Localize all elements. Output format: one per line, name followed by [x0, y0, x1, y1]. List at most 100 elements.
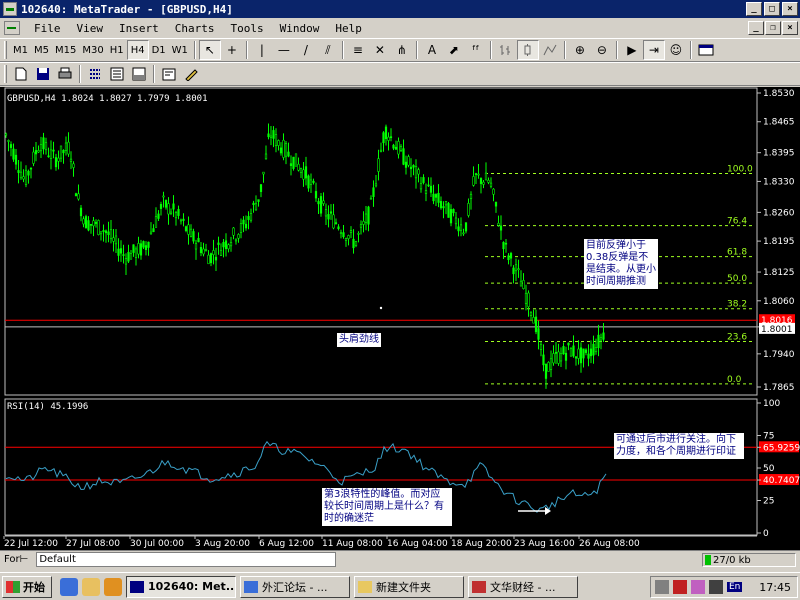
horizontal-line-icon[interactable]: —	[273, 40, 295, 60]
ie-icon[interactable]	[60, 577, 78, 596]
task-new-folder[interactable]: 新建文件夹	[354, 575, 464, 598]
timeframe-d1[interactable]: D1	[149, 40, 169, 60]
start-button[interactable]: 开始	[2, 575, 52, 598]
menu-charts[interactable]: Charts	[167, 22, 223, 35]
candle-body	[219, 249, 223, 256]
task-metatrader[interactable]: 102640: Met...	[126, 575, 236, 598]
language-indicator[interactable]: En	[727, 582, 743, 592]
minimize-button[interactable]: _	[746, 2, 762, 16]
candle-body	[537, 328, 540, 340]
bar-chart-icon[interactable]	[495, 40, 517, 60]
timeframe-m1[interactable]: M1	[10, 40, 31, 60]
autoscroll-icon[interactable]: ⇥	[642, 40, 665, 60]
timeframe-m5[interactable]: M5	[31, 40, 52, 60]
candle-body	[122, 254, 125, 256]
candle-body	[247, 216, 250, 220]
menu-help[interactable]: Help	[327, 22, 370, 35]
crosshair-icon[interactable]: +	[221, 40, 243, 60]
candle-body	[84, 216, 88, 229]
task-wenhua[interactable]: 文华财经 - ...	[468, 575, 578, 598]
candle-body	[42, 137, 45, 150]
expert-advisor-icon[interactable]: ☺	[665, 40, 687, 60]
desktop-icon[interactable]	[82, 577, 100, 596]
channel-icon[interactable]: ⫽	[317, 40, 339, 60]
timeframe-m30[interactable]: M30	[79, 40, 106, 60]
candle-body	[442, 206, 445, 209]
candle-body	[64, 142, 68, 151]
candle-body	[39, 144, 43, 152]
candle-body	[72, 163, 75, 168]
chart-window-icon[interactable]	[4, 21, 20, 35]
trendline-icon[interactable]: /	[295, 40, 317, 60]
gann-icon[interactable]: ✕	[369, 40, 391, 60]
toolbar-separator	[193, 41, 196, 59]
candle-body	[422, 177, 425, 183]
properties-icon[interactable]	[158, 64, 180, 84]
maximize-button[interactable]: □	[764, 2, 780, 16]
chart-shift-icon[interactable]: ▶	[621, 40, 643, 60]
child-restore-button[interactable]: ❐	[765, 21, 781, 35]
toolbar-separator	[689, 41, 692, 59]
candle-body	[362, 221, 365, 225]
antivirus-icon[interactable]	[673, 580, 687, 594]
toolbar-separator	[245, 41, 248, 59]
toolbar-grip[interactable]	[4, 41, 7, 59]
candle-body	[199, 246, 203, 254]
candle-body	[264, 153, 268, 160]
new-chart-window-icon[interactable]	[695, 40, 717, 60]
price-tick-label: 1.8530	[763, 89, 795, 99]
network-icon[interactable]	[709, 580, 723, 594]
new-document-icon[interactable]	[10, 64, 32, 84]
close-button[interactable]: ×	[782, 2, 798, 16]
save-icon[interactable]	[32, 64, 54, 84]
options-pencil-icon[interactable]	[180, 64, 202, 84]
candle-body	[587, 353, 590, 359]
candle-body	[224, 240, 228, 250]
chart-canvas[interactable]: 1.8530 1.8465 1.8395 1.8330 1.8260 1.8195 1.81…	[0, 87, 800, 550]
candle-body	[24, 169, 28, 185]
menu-window[interactable]: Window	[272, 22, 328, 35]
task-forex-forum[interactable]: 外汇论坛 - ...	[240, 575, 350, 598]
vertical-line-icon[interactable]: |	[251, 40, 273, 60]
menu-tools[interactable]: Tools	[223, 22, 272, 35]
zoom-in-icon[interactable]: ⊕	[569, 40, 591, 60]
menu-file[interactable]: File	[26, 22, 69, 35]
zoom-out-icon[interactable]: ⊖	[591, 40, 613, 60]
line-chart-icon[interactable]	[539, 40, 561, 60]
metatrader-icon[interactable]	[3, 2, 17, 16]
navigator-icon[interactable]	[106, 64, 128, 84]
child-close-button[interactable]: ×	[782, 21, 798, 35]
volume-icon[interactable]	[655, 580, 669, 594]
menu-view[interactable]: View	[69, 22, 112, 35]
profile-field[interactable]: Default	[36, 552, 337, 567]
candlestick-icon[interactable]	[516, 40, 539, 60]
chart-tab[interactable]: For⊢	[0, 554, 32, 565]
menu-insert[interactable]: Insert	[111, 22, 167, 35]
child-minimize-button[interactable]: _	[748, 21, 764, 35]
candle-body	[147, 241, 150, 248]
cursor-icon[interactable]: ↖	[198, 40, 221, 60]
fibo-label-icon[interactable]: ᶠᶠ	[465, 40, 487, 60]
candle-body	[209, 253, 213, 264]
help-icon[interactable]	[691, 580, 705, 594]
chart-window[interactable]: 1.8530 1.8465 1.8395 1.8330 1.8260 1.8195 1.81…	[0, 87, 800, 550]
candle-body	[432, 193, 435, 202]
terminal-icon[interactable]	[128, 64, 150, 84]
candle-body	[174, 212, 178, 219]
print-icon[interactable]	[54, 64, 76, 84]
app-shortcut-icon[interactable]	[104, 577, 122, 596]
timeframe-h1[interactable]: H1	[107, 40, 127, 60]
fibonacci-icon[interactable]: ≡	[347, 40, 369, 60]
market-watch-icon[interactable]	[84, 64, 106, 84]
text-icon[interactable]: A	[421, 40, 443, 60]
arrow-icon[interactable]: ⬈	[443, 40, 465, 60]
candle-body	[204, 249, 208, 251]
fan-icon[interactable]: ⋔	[391, 40, 413, 60]
timeframe-w1[interactable]: W1	[169, 40, 191, 60]
toolbar-grip[interactable]	[4, 65, 7, 83]
candle-body	[257, 199, 260, 202]
timeframe-h4[interactable]: H4	[126, 40, 149, 60]
candle-body	[412, 165, 415, 168]
candle-body	[577, 348, 580, 359]
timeframe-m15[interactable]: M15	[52, 40, 79, 60]
